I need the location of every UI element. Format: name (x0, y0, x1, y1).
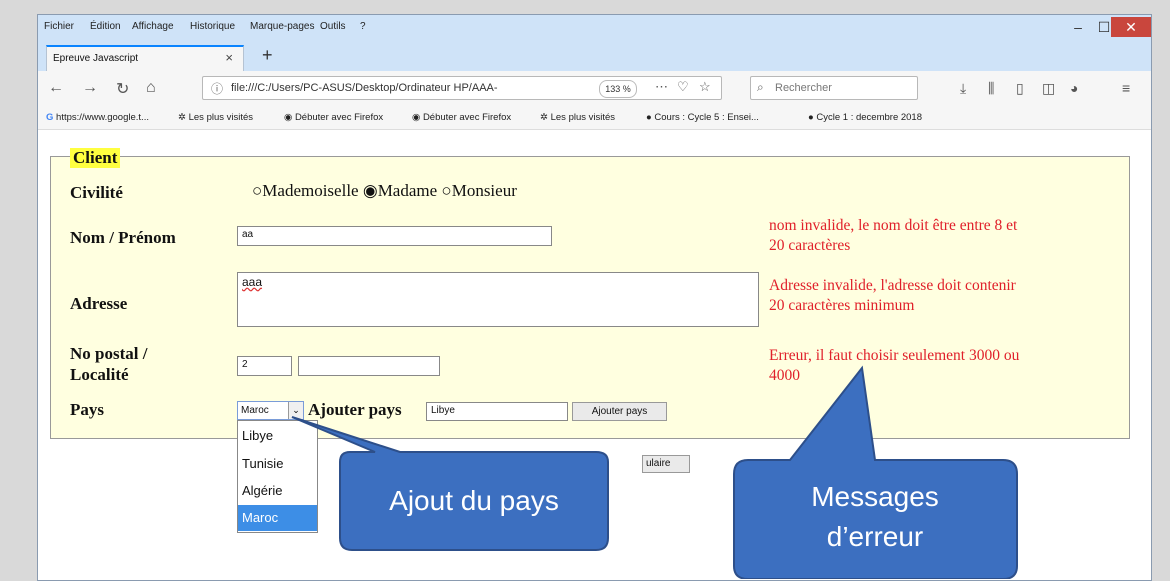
callout-messages-line2: d’erreur (826, 521, 924, 552)
callout-messages-line1: Messages (811, 481, 939, 512)
callout-ajout-text: Ajout du pays (389, 485, 559, 516)
